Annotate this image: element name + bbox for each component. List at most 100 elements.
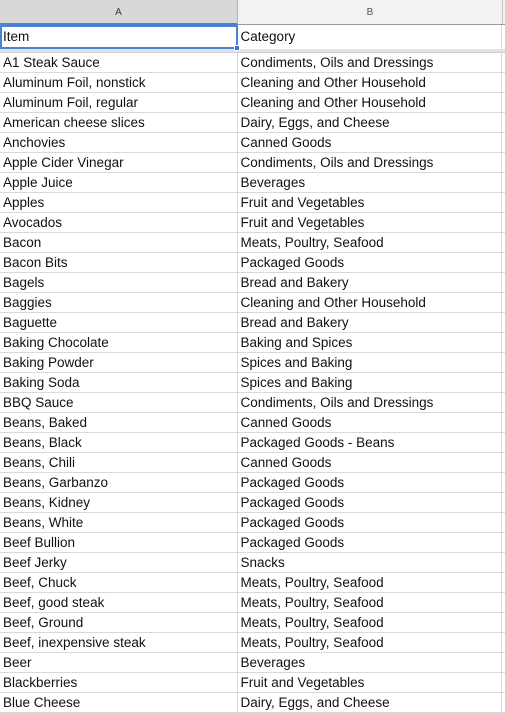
cell-item[interactable]: Anchovies (0, 133, 238, 152)
cell-item[interactable]: Baggies (0, 293, 238, 312)
cell-item[interactable]: Beef, inexpensive steak (0, 633, 238, 652)
cell-category[interactable]: Condiments, Oils and Dressings (237, 153, 502, 172)
table-header-row: Item Category (0, 25, 505, 51)
table-row: Baking Soda Spices and Baking (0, 373, 505, 393)
cell-category[interactable]: Meats, Poultry, Seafood (237, 633, 502, 652)
table-row: Bagels Bread and Bakery (0, 273, 505, 293)
cell-category[interactable]: Packaged Goods (237, 473, 502, 492)
table-row: Beef, Chuck Meats, Poultry, Seafood (0, 573, 505, 593)
table-row: Beef, inexpensive steak Meats, Poultry, S… (0, 633, 505, 653)
cell-category[interactable]: Meats, Poultry, Seafood (237, 613, 502, 632)
cell-category[interactable]: Baking and Spices (237, 333, 502, 352)
cell-item[interactable]: Beer (0, 653, 238, 672)
table-row: Beef Jerky Snacks (0, 553, 505, 573)
cell-item[interactable]: Blue Cheese (0, 693, 238, 712)
cell-item[interactable]: Beans, Baked (0, 413, 238, 432)
cell-category[interactable]: Canned Goods (237, 413, 502, 432)
cell-item[interactable]: Beans, Black (0, 433, 238, 452)
cell-category[interactable]: Spices and Baking (237, 373, 502, 392)
table-row: Aluminum Foil, regular Cleaning and Other… (0, 93, 505, 113)
table-row: Beer Beverages (0, 653, 505, 673)
cell-item[interactable]: Apple Cider Vinegar (0, 153, 238, 172)
table-row: American cheese slices Dairy, Eggs, and C… (0, 113, 505, 133)
cell-item[interactable]: American cheese slices (0, 113, 238, 132)
cell-category[interactable]: Meats, Poultry, Seafood (237, 573, 502, 592)
cell-category[interactable]: Canned Goods (237, 133, 502, 152)
table-row: Anchovies Canned Goods (0, 133, 505, 153)
cell-category[interactable]: Fruit and Vegetables (237, 673, 502, 692)
cell-category[interactable]: Bread and Bakery (237, 273, 502, 292)
column-header-b[interactable]: B (238, 0, 503, 24)
table-row: Beans, Garbanzo Packaged Goods (0, 473, 505, 493)
cell-item[interactable]: Blackberries (0, 673, 238, 692)
cell-item[interactable]: Beans, Chili (0, 453, 238, 472)
cell-item[interactable]: Avocados (0, 213, 238, 232)
cell-a1[interactable]: Item (0, 25, 238, 49)
cell-category[interactable]: Dairy, Eggs, and Cheese (237, 113, 502, 132)
cell-category[interactable]: Beverages (237, 653, 502, 672)
cell-item[interactable]: Beef Bullion (0, 533, 238, 552)
table-row: Apple Juice Beverages (0, 173, 505, 193)
table-row: Beans, Black Packaged Goods - Beans (0, 433, 505, 453)
cell-item[interactable]: Beef, Chuck (0, 573, 238, 592)
column-header-row: A B (0, 0, 505, 25)
cell-category[interactable]: Meats, Poultry, Seafood (237, 233, 502, 252)
cell-item[interactable]: Baking Powder (0, 353, 238, 372)
table-row: Bacon Meats, Poultry, Seafood (0, 233, 505, 253)
cell-category[interactable]: Condiments, Oils and Dressings (237, 393, 502, 412)
table-row: Beans, White Packaged Goods (0, 513, 505, 533)
cell-category[interactable]: Bread and Bakery (237, 313, 502, 332)
cell-item[interactable]: Bacon (0, 233, 238, 252)
table-row: Baking Powder Spices and Baking (0, 353, 505, 373)
cell-item[interactable]: Beans, White (0, 513, 238, 532)
data-rows: A1 Steak Sauce Condiments, Oils and Dress… (0, 53, 505, 713)
cell-category[interactable]: Beverages (237, 173, 502, 192)
cell-category[interactable]: Cleaning and Other Household (237, 93, 502, 112)
cell-item[interactable]: Aluminum Foil, regular (0, 93, 238, 112)
cell-item[interactable]: A1 Steak Sauce (0, 53, 238, 72)
cell-category[interactable]: Packaged Goods (237, 493, 502, 512)
table-row: Baggies Cleaning and Other Household (0, 293, 505, 313)
table-row: Beans, Kidney Packaged Goods (0, 493, 505, 513)
cell-category[interactable]: Packaged Goods - Beans (237, 433, 502, 452)
cell-category[interactable]: Cleaning and Other Household (237, 73, 502, 92)
column-header-a[interactable]: A (0, 0, 238, 25)
cell-category[interactable]: Condiments, Oils and Dressings (237, 53, 502, 72)
table-row: Beef Bullion Packaged Goods (0, 533, 505, 553)
cell-item[interactable]: Baking Soda (0, 373, 238, 392)
cell-category[interactable]: Spices and Baking (237, 353, 502, 372)
cell-item[interactable]: Baguette (0, 313, 238, 332)
cell-item[interactable]: Beef Jerky (0, 553, 238, 572)
table-row: Beans, Chili Canned Goods (0, 453, 505, 473)
cell-category[interactable]: Packaged Goods (237, 513, 502, 532)
cell-item[interactable]: Beef, good steak (0, 593, 238, 612)
spreadsheet-grid: A B Item Category A1 Steak Sauce Condimen… (0, 0, 505, 713)
table-row: Baking Chocolate Baking and Spices (0, 333, 505, 353)
table-row: BBQ Sauce Condiments, Oils and Dressings (0, 393, 505, 413)
cell-category[interactable]: Packaged Goods (237, 253, 502, 272)
cell-b1[interactable]: Category (237, 25, 502, 49)
cell-category[interactable]: Packaged Goods (237, 533, 502, 552)
cell-item[interactable]: BBQ Sauce (0, 393, 238, 412)
cell-category[interactable]: Cleaning and Other Household (237, 293, 502, 312)
table-row: Blackberries Fruit and Vegetables (0, 673, 505, 693)
cell-item[interactable]: Bacon Bits (0, 253, 238, 272)
cell-category[interactable]: Meats, Poultry, Seafood (237, 593, 502, 612)
grid-body: Item Category A1 Steak Sauce Condiments, … (0, 25, 505, 713)
cell-item[interactable]: Bagels (0, 273, 238, 292)
cell-category[interactable]: Canned Goods (237, 453, 502, 472)
cell-item[interactable]: Beans, Garbanzo (0, 473, 238, 492)
table-row: Apples Fruit and Vegetables (0, 193, 505, 213)
table-row: Beef, Ground Meats, Poultry, Seafood (0, 613, 505, 633)
cell-item[interactable]: Apple Juice (0, 173, 238, 192)
table-row: Baguette Bread and Bakery (0, 313, 505, 333)
cell-item[interactable]: Aluminum Foil, nonstick (0, 73, 238, 92)
cell-category[interactable]: Snacks (237, 553, 502, 572)
cell-category[interactable]: Fruit and Vegetables (237, 213, 502, 232)
cell-item[interactable]: Beef, Ground (0, 613, 238, 632)
cell-item[interactable]: Apples (0, 193, 238, 212)
cell-item[interactable]: Baking Chocolate (0, 333, 238, 352)
cell-category[interactable]: Fruit and Vegetables (237, 193, 502, 212)
cell-category[interactable]: Dairy, Eggs, and Cheese (237, 693, 502, 712)
cell-item[interactable]: Beans, Kidney (0, 493, 238, 512)
